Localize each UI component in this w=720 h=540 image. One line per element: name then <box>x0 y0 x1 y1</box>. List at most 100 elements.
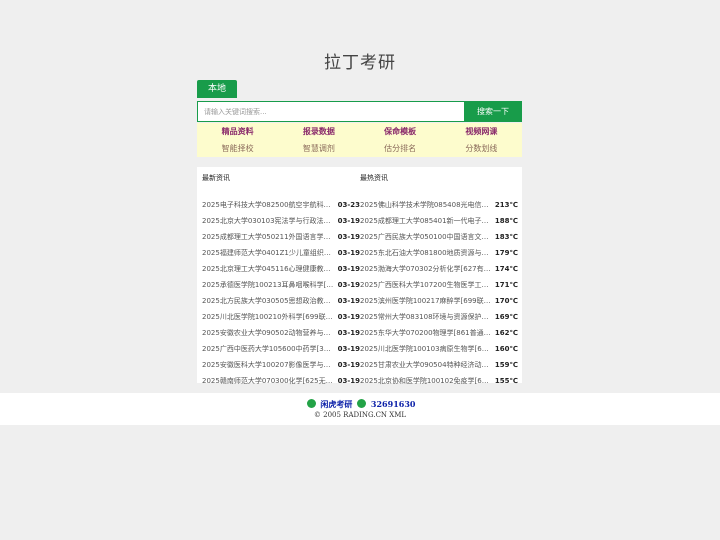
news-link[interactable]: 2025川北医学院100103病原生物学[699... <box>360 344 492 354</box>
news-heat: 162℃ <box>494 329 518 337</box>
news-link[interactable]: 2025成都理工大学050211外国语言学及应... <box>202 232 335 242</box>
quick-links: 精品资料 报录数据 保命模板 视频网课 智能择校 智慧调剂 估分排名 分数划线 <box>197 123 522 157</box>
news-link[interactable]: 2025东华大学070200物理学[861普通物... <box>360 328 492 338</box>
news-link[interactable]: 2025常州大学083108环境与资源保护法... <box>360 312 492 322</box>
news-link[interactable]: 2025广西医科大学107200生物医学工程[... <box>360 280 492 290</box>
news-link[interactable]: 2025滨州医学院100217麻醉学[699联考... <box>360 296 492 306</box>
search-bar: 搜索一下 <box>197 101 522 122</box>
list-item: 2025安徽医科大学100207影像医学与核... 03-19 <box>202 357 360 373</box>
news-date: 03-19 <box>337 217 360 225</box>
hot-news-list: 2025佛山科学技术学院085408光电信息... 213℃ 2025成都理工大学… <box>360 197 518 389</box>
news-link[interactable]: 2025北京理工大学045116心理健康教育[3... <box>202 264 335 274</box>
quick-link-adjustment[interactable]: 智慧调剂 <box>278 140 359 157</box>
news-link[interactable]: 2025佛山科学技术学院085408光电信息... <box>360 200 492 210</box>
list-item: 2025佛山科学技术学院085408光电信息... 213℃ <box>360 197 518 213</box>
list-item: 2025电子科技大学082500航空宇航科学... 03-23 <box>202 197 360 213</box>
quick-link-score-lines[interactable]: 分数划线 <box>441 140 522 157</box>
quick-link-premium-materials[interactable]: 精品资料 <box>197 123 278 140</box>
footer-brand-link[interactable]: 闲虎考研 <box>320 399 352 409</box>
news-heat: 183℃ <box>494 233 518 241</box>
wechat-icon <box>357 399 367 408</box>
list-item: 2025北京协和医学院100102免疫学[654... 155℃ <box>360 373 518 389</box>
news-heat: 170℃ <box>494 297 518 305</box>
news-link[interactable]: 2025广西中医药大学105600中药学[350... <box>202 344 335 354</box>
news-date: 03-19 <box>337 265 360 273</box>
news-date: 03-19 <box>337 329 360 337</box>
news-link[interactable]: 2025北京协和医学院100102免疫学[654... <box>360 376 492 386</box>
list-item: 2025成都理工大学085401新一代电子信... 188℃ <box>360 213 518 229</box>
news-link[interactable]: 2025安徽医科大学100207影像医学与核... <box>202 360 335 370</box>
list-item: 2025甘肃农业大学090504特种经济动物... 159℃ <box>360 357 518 373</box>
quick-link-templates[interactable]: 保命模板 <box>360 123 441 140</box>
news-link[interactable]: 2025电子科技大学082500航空宇航科学... <box>202 200 335 210</box>
footer-copyright: © 2005 RADING.CN XML <box>313 411 407 419</box>
list-item: 2025广西中医药大学105600中药学[350... 03-19 <box>202 341 360 357</box>
list-item: 2025广西医科大学107200生物医学工程[... 171℃ <box>360 277 518 293</box>
list-item: 2025承德医学院100213耳鼻咽喉科学[69... 03-19 <box>202 277 360 293</box>
news-link[interactable]: 2025安徽农业大学090502动物营养与饲... <box>202 328 335 338</box>
news-heat: 171℃ <box>494 281 518 289</box>
quick-link-admission-data[interactable]: 报录数据 <box>278 123 359 140</box>
list-item: 2025常州大学083108环境与资源保护法... 169℃ <box>360 309 518 325</box>
list-item: 2025渤海大学070302分析化学[627有机... 174℃ <box>360 261 518 277</box>
news-date: 03-19 <box>337 233 360 241</box>
news-link[interactable]: 2025东北石油大学081800地质资源与地... <box>360 248 492 258</box>
list-item: 2025北方民族大学030505思想政治教育[8... 03-19 <box>202 293 360 309</box>
news-heat: 159℃ <box>494 361 518 369</box>
site-title: 拉丁考研 <box>324 53 396 73</box>
quick-link-school-selection[interactable]: 智能择校 <box>197 140 278 157</box>
news-date: 03-19 <box>337 377 360 385</box>
latest-news-header: 最新资讯 <box>202 174 230 182</box>
news-date: 03-19 <box>337 297 360 305</box>
news-heat: 169℃ <box>494 313 518 321</box>
hot-news-header: 最热资讯 <box>360 174 388 182</box>
latest-news-column: 最新资讯 2025电子科技大学082500航空宇航科学... 03-23 2025… <box>202 167 360 389</box>
news-date: 03-19 <box>337 281 360 289</box>
recycle-icon <box>306 399 316 408</box>
search-input[interactable] <box>197 101 464 122</box>
news-link[interactable]: 2025承德医学院100213耳鼻咽喉科学[69... <box>202 280 335 290</box>
news-link[interactable]: 2025川北医学院100210外科学[699联考... <box>202 312 335 322</box>
quick-link-video-courses[interactable]: 视频网课 <box>441 123 522 140</box>
news-link[interactable]: 2025渤海大学070302分析化学[627有机... <box>360 264 492 274</box>
latest-news-list: 2025电子科技大学082500航空宇航科学... 03-23 2025北京大学0… <box>202 197 360 389</box>
news-date: 03-19 <box>337 361 360 369</box>
footer: 闲虎考研 32691630 © 2005 RADING.CN XML <box>0 393 720 425</box>
list-item: 2025广西民族大学050100中国语言文学[... 183℃ <box>360 229 518 245</box>
news-heat: 160℃ <box>494 345 518 353</box>
list-item: 2025东华大学070200物理学[861普通物... 162℃ <box>360 325 518 341</box>
news-heat: 213℃ <box>494 201 518 209</box>
news-link[interactable]: 2025福建师范大学0401Z1少儿童组织与... <box>202 248 335 258</box>
list-item: 2025赣南师范大学070300化学[625无机... 03-19 <box>202 373 360 389</box>
hot-news-column: 最热资讯 2025佛山科学技术学院085408光电信息... 213℃ 2025成… <box>360 167 518 389</box>
news-link[interactable]: 2025成都理工大学085401新一代电子信... <box>360 216 492 226</box>
news-heat: 174℃ <box>494 265 518 273</box>
list-item: 2025北京大学030103宪法学与行政法学[6... 03-19 <box>202 213 360 229</box>
news-heat: 179℃ <box>494 249 518 257</box>
news-date: 03-19 <box>337 345 360 353</box>
quick-link-score-ranking[interactable]: 估分排名 <box>360 140 441 157</box>
list-item: 2025滨州医学院100217麻醉学[699联考... 170℃ <box>360 293 518 309</box>
news-heat: 155℃ <box>494 377 518 385</box>
news-panel: 最新资讯 2025电子科技大学082500航空宇航科学... 03-23 2025… <box>197 167 522 385</box>
search-button[interactable]: 搜索一下 <box>464 101 522 122</box>
footer-links: 闲虎考研 32691630 <box>0 399 720 410</box>
news-link[interactable]: 2025北京大学030103宪法学与行政法学[6... <box>202 216 335 226</box>
news-link[interactable]: 2025赣南师范大学070300化学[625无机... <box>202 376 335 386</box>
list-item: 2025川北医学院100103病原生物学[699... 160℃ <box>360 341 518 357</box>
news-date: 03-23 <box>337 201 360 209</box>
news-link[interactable]: 2025甘肃农业大学090504特种经济动物... <box>360 360 492 370</box>
list-item: 2025福建师范大学0401Z1少儿童组织与... 03-19 <box>202 245 360 261</box>
news-date: 03-19 <box>337 313 360 321</box>
footer-qq-link[interactable]: 32691630 <box>371 399 416 409</box>
news-link[interactable]: 2025广西民族大学050100中国语言文学[... <box>360 232 492 242</box>
news-heat: 188℃ <box>494 217 518 225</box>
list-item: 2025成都理工大学050211外国语言学及应... 03-19 <box>202 229 360 245</box>
list-item: 2025北京理工大学045116心理健康教育[3... 03-19 <box>202 261 360 277</box>
tab-local[interactable]: 本地 <box>197 80 237 98</box>
page: 拉丁考研 本地 搜索一下 精品资料 报录数据 保命模板 视频网课 智能择校 智慧… <box>0 0 720 540</box>
list-item: 2025东北石油大学081800地质资源与地... 179℃ <box>360 245 518 261</box>
list-item: 2025川北医学院100210外科学[699联考... 03-19 <box>202 309 360 325</box>
news-date: 03-19 <box>337 249 360 257</box>
news-link[interactable]: 2025北方民族大学030505思想政治教育[8... <box>202 296 335 306</box>
